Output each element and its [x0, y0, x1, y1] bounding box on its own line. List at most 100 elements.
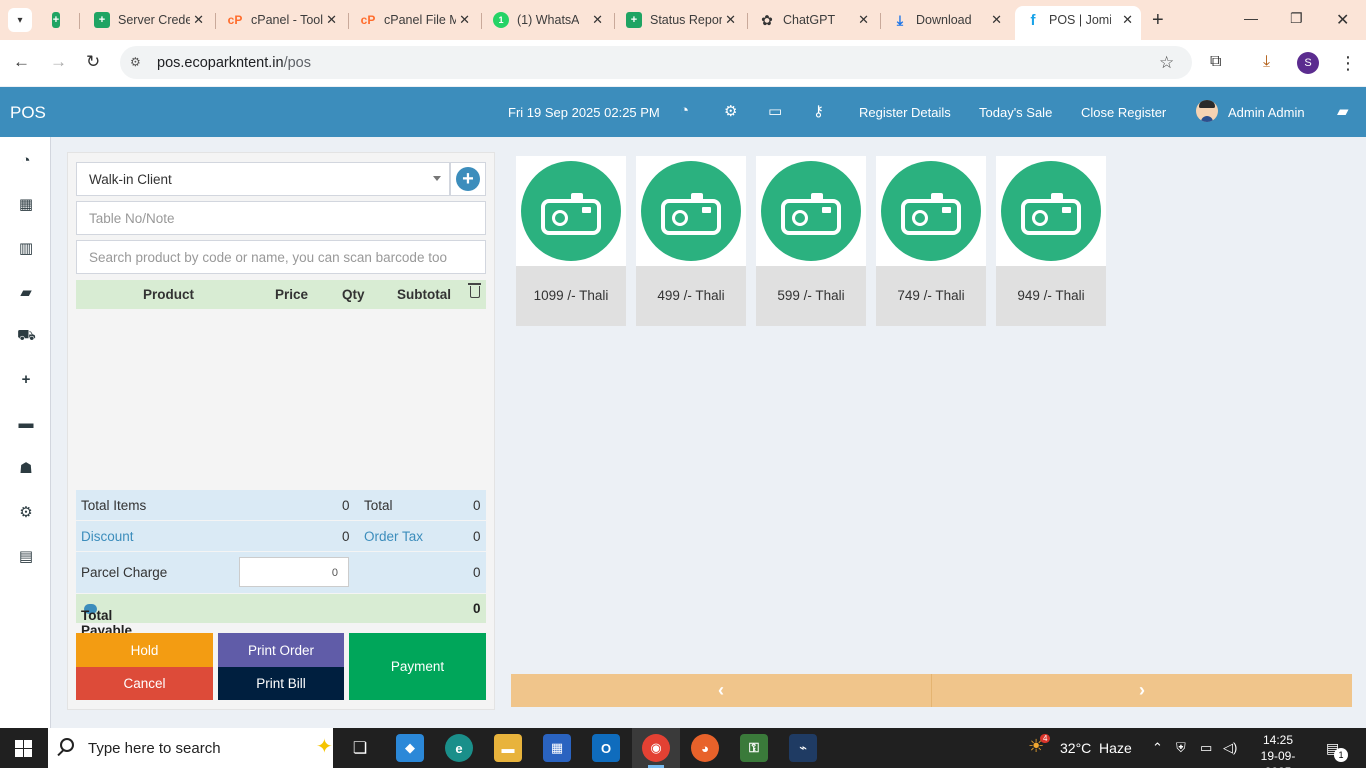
previous-page-button[interactable]: ‹: [511, 674, 931, 707]
taskbar-search-placeholder: Type here to search: [88, 740, 221, 757]
window-close-icon[interactable]: ✕: [1336, 10, 1349, 30]
folder-icon[interactable]: ▰: [1337, 102, 1349, 120]
tab-search-chevron-icon[interactable]: ▾: [8, 8, 32, 32]
settings-icon[interactable]: ⚙: [724, 102, 737, 120]
product-card[interactable]: 499 /- Thali: [636, 156, 746, 326]
dashboard-icon[interactable]: ◔: [680, 102, 689, 119]
product-pager: ‹ ›: [511, 674, 1352, 707]
whatsapp-icon: 1: [493, 12, 509, 28]
grid-icon[interactable]: ▦: [17, 195, 35, 213]
table-note-input[interactable]: [76, 201, 486, 235]
cancel-button[interactable]: Cancel: [76, 667, 213, 700]
close-icon[interactable]: ✕: [326, 12, 337, 28]
close-icon[interactable]: ✕: [858, 12, 869, 28]
file-explorer-icon[interactable]: ▬: [494, 734, 522, 762]
tab-download[interactable]: ⤓ Download ✕: [892, 6, 1002, 34]
user-avatar[interactable]: [1196, 100, 1218, 122]
pos-logo[interactable]: POS: [10, 103, 46, 123]
close-icon[interactable]: ✕: [592, 12, 603, 28]
product-search-input[interactable]: [76, 240, 486, 274]
close-icon[interactable]: ✕: [459, 12, 470, 28]
product-card[interactable]: 949 /- Thali: [996, 156, 1106, 326]
client-select[interactable]: Walk-in Client: [76, 162, 450, 196]
firefox-icon[interactable]: ◕: [691, 734, 719, 762]
chatgpt-icon: ✿: [761, 11, 773, 28]
reports-icon[interactable]: ▤: [17, 547, 35, 565]
parcel-charge-input[interactable]: 0: [239, 557, 349, 587]
tab-cpanel-tools[interactable]: cP cPanel - Tools ✕: [227, 6, 349, 34]
register-details-link[interactable]: Register Details: [859, 105, 951, 120]
tab-server-credentials[interactable]: + Server Credentials ✕: [94, 6, 216, 34]
hold-button[interactable]: Hold: [76, 633, 213, 667]
url-text[interactable]: pos.ecoparkntent.in/pos: [157, 55, 311, 71]
folder-icon[interactable]: ▰: [17, 283, 35, 301]
close-icon[interactable]: ✕: [991, 12, 1002, 28]
client-select-value: Walk-in Client: [89, 172, 172, 187]
windows-start-icon[interactable]: [15, 740, 32, 757]
plus-icon[interactable]: +: [17, 371, 35, 388]
credit-card-icon[interactable]: ▬: [17, 415, 35, 432]
monitor-icon[interactable]: ▭: [768, 102, 782, 120]
cart-icon[interactable]: ⛟: [17, 327, 36, 346]
print-order-button[interactable]: Print Order: [218, 633, 344, 667]
google-sheets-icon: +: [52, 12, 60, 28]
outlook-icon[interactable]: O: [592, 734, 620, 762]
profile-avatar[interactable]: S: [1297, 52, 1319, 74]
tab-pinned-sheets[interactable]: +: [52, 6, 80, 34]
key-icon[interactable]: ⚷: [813, 102, 824, 120]
taskbar-search[interactable]: Type here to search ✦: [48, 728, 333, 768]
next-page-button[interactable]: ›: [932, 674, 1352, 707]
tab-pos-active[interactable]: f POS | Jomic ✕: [1025, 6, 1134, 34]
order-tax-link[interactable]: Order Tax: [364, 529, 423, 544]
close-icon[interactable]: ✕: [193, 12, 204, 28]
taskbar-clock[interactable]: 14:25 19-09-2025: [1250, 732, 1306, 768]
task-view-icon[interactable]: ❏: [346, 734, 374, 762]
volume-icon[interactable]: ◁): [1223, 740, 1237, 756]
tab-cpanel-file-manager[interactable]: cP cPanel File Manager ✕: [360, 6, 482, 34]
todays-sale-link[interactable]: Today's Sale: [979, 105, 1052, 120]
back-arrow-icon[interactable]: ←: [13, 52, 30, 72]
discount-link[interactable]: Discount: [81, 529, 134, 544]
product-card[interactable]: 1099 /- Thali: [516, 156, 626, 326]
vpn-tray-icon[interactable]: ⛨: [1176, 740, 1186, 756]
forward-arrow-icon[interactable]: →: [50, 52, 67, 72]
tab-chatgpt[interactable]: ✿ ChatGPT ✕: [759, 6, 881, 34]
extensions-puzzle-icon[interactable]: ⧉: [1210, 53, 1221, 71]
site-settings-icon[interactable]: ⚙: [130, 55, 141, 69]
close-icon[interactable]: ✕: [725, 12, 736, 28]
tab-status-report[interactable]: + Status Report ✕: [626, 6, 748, 34]
edge-icon[interactable]: e: [445, 734, 473, 762]
product-card[interactable]: 599 /- Thali: [756, 156, 866, 326]
remote-desktop-icon[interactable]: ⌁: [789, 734, 817, 762]
bookmark-star-icon[interactable]: ☆: [1159, 53, 1174, 73]
barcode-icon[interactable]: ▥: [17, 239, 35, 257]
close-register-link[interactable]: Close Register: [1081, 105, 1166, 120]
camera-icon: [781, 193, 841, 235]
browser-menu-icon[interactable]: ⋮: [1339, 53, 1357, 74]
tray-chevron-up-icon[interactable]: ⌃: [1152, 740, 1163, 756]
product-card[interactable]: 749 /- Thali: [876, 156, 986, 326]
network-icon[interactable]: ▭: [1200, 740, 1212, 756]
payment-button[interactable]: Payment: [349, 633, 486, 700]
reload-icon[interactable]: ↻: [86, 52, 100, 72]
tab-whatsapp[interactable]: 1 (1) WhatsApp ✕: [493, 6, 615, 34]
user-name[interactable]: Admin Admin: [1228, 105, 1305, 120]
add-client-button[interactable]: +: [450, 162, 486, 196]
trash-icon[interactable]: [468, 283, 481, 298]
settings-icon[interactable]: ⚙: [17, 503, 35, 521]
chevron-right-icon: ›: [1139, 680, 1145, 700]
store-icon[interactable]: ▦: [543, 734, 571, 762]
download-progress-icon[interactable]: ⤓: [1263, 53, 1270, 71]
print-bill-button[interactable]: Print Bill: [218, 667, 344, 700]
chrome-icon[interactable]: ◉: [642, 734, 670, 762]
vpn-app-icon[interactable]: ⚿: [740, 734, 768, 762]
minimize-icon[interactable]: —: [1244, 10, 1258, 26]
new-tab-plus-icon[interactable]: +: [1152, 9, 1164, 32]
dashboard-icon[interactable]: ◔: [17, 152, 35, 169]
restore-icon[interactable]: ❐: [1290, 10, 1303, 27]
google-sheets-icon: +: [94, 12, 110, 28]
weather-widget[interactable]: ☀ 4 32°C Haze: [1028, 734, 1132, 756]
close-icon[interactable]: ✕: [1122, 12, 1133, 28]
users-icon[interactable]: ☗: [17, 459, 35, 477]
copilot-icon[interactable]: ◆: [396, 734, 424, 762]
